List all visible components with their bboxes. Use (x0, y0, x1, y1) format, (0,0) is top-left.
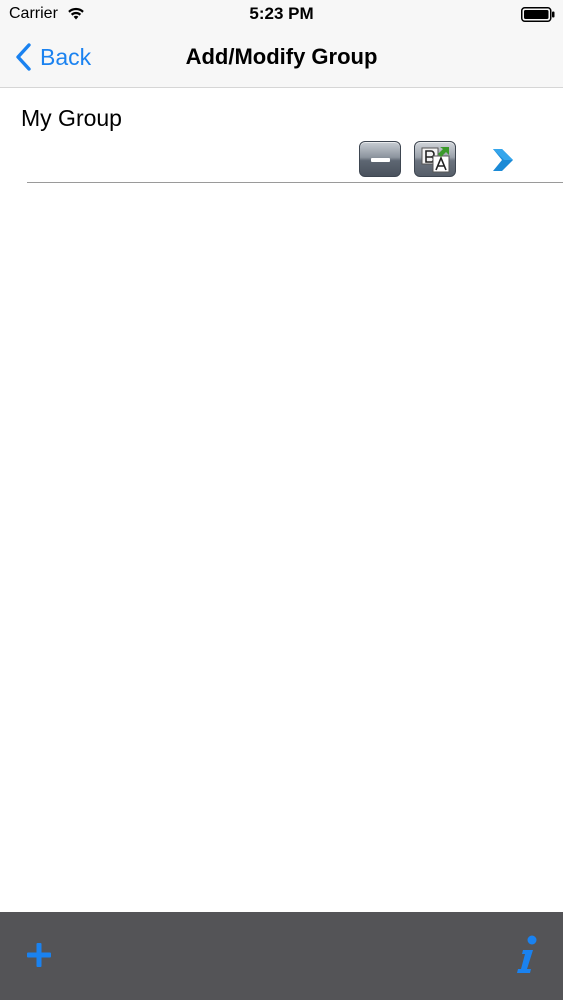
row-separator (27, 182, 563, 183)
page-title: Add/Modify Group (185, 44, 378, 69)
navigation-bar: Back Add/Modify Group (0, 30, 563, 88)
bottom-toolbar (0, 912, 563, 1000)
remove-group-button[interactable] (359, 141, 401, 177)
group-row[interactable]: My Group (0, 88, 563, 184)
status-time: 5:23 PM (249, 4, 314, 23)
info-icon[interactable] (511, 934, 541, 976)
translate-button[interactable] (414, 141, 456, 177)
chevron-right-icon[interactable] (489, 147, 515, 173)
group-name: My Group (21, 105, 122, 131)
plus-icon[interactable] (22, 938, 56, 972)
battery-icon (521, 7, 555, 22)
minus-icon (371, 158, 390, 162)
screen: Carrier 5:23 PM Back Add/Modify Group My… (0, 0, 563, 1000)
translate-icon (421, 147, 450, 173)
status-bar: Carrier 5:23 PM (0, 0, 563, 30)
